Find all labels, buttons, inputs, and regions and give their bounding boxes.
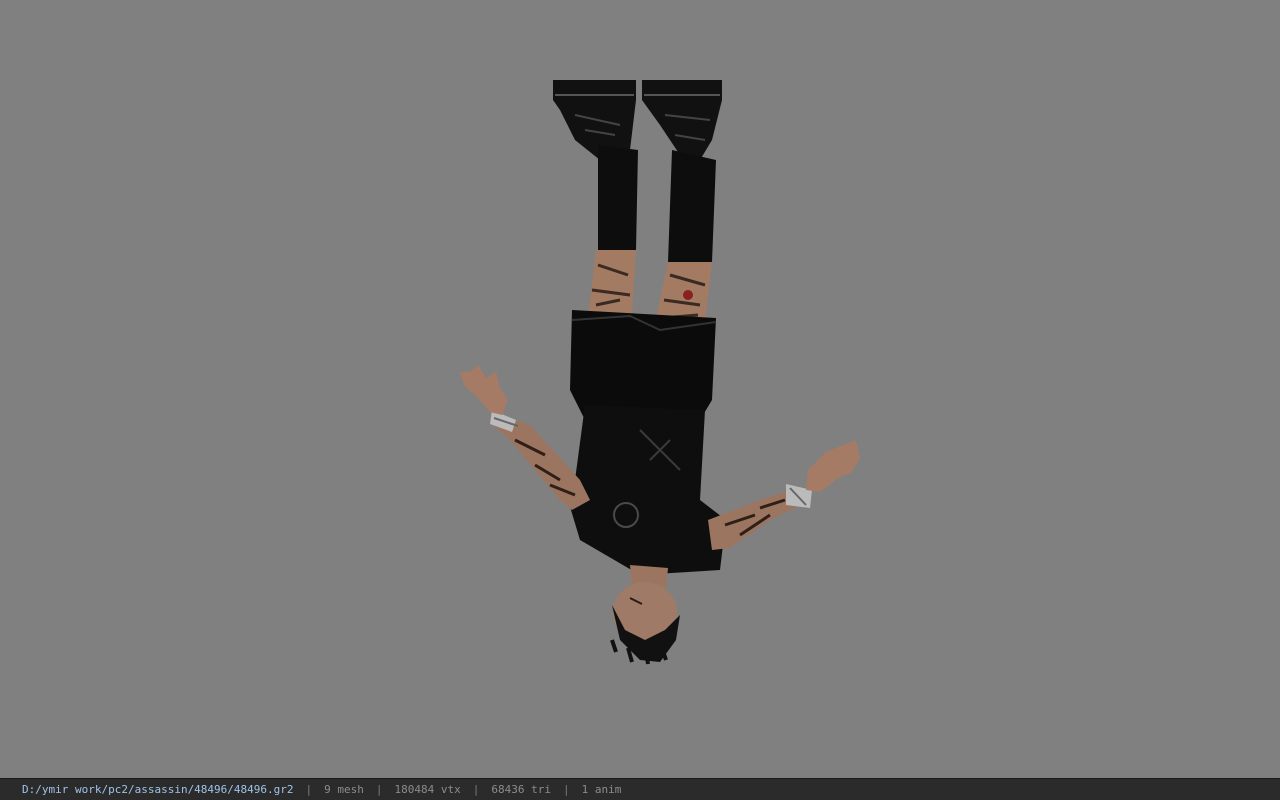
status-separator: |	[563, 783, 570, 796]
right-arm	[708, 484, 812, 550]
character-model[interactable]	[0, 0, 1280, 778]
left-sock	[598, 145, 638, 250]
file-path: D:/ymir work/pc2/assassin/48496/48496.gr…	[22, 783, 294, 796]
status-bar: D:/ymir work/pc2/assassin/48496/48496.gr…	[0, 778, 1280, 800]
status-separator: |	[305, 783, 313, 796]
right-sock	[668, 150, 716, 262]
left-boot	[553, 80, 636, 160]
status-separator: |	[375, 783, 383, 796]
anim-count: 1 anim	[581, 783, 622, 796]
status-separator: |	[472, 783, 480, 796]
left-arm	[490, 410, 590, 510]
mesh-count: 9 mesh	[324, 783, 364, 796]
3d-viewport[interactable]	[0, 0, 1280, 778]
shorts	[570, 310, 717, 420]
right-boot	[642, 80, 722, 160]
left-hand	[460, 365, 508, 415]
head	[610, 582, 680, 665]
shirt	[568, 405, 726, 575]
vertex-count: 180484 vtx	[394, 783, 461, 796]
triangle-count: 68436 tri	[491, 783, 551, 796]
left-shin	[588, 250, 636, 318]
right-hand	[806, 440, 860, 492]
